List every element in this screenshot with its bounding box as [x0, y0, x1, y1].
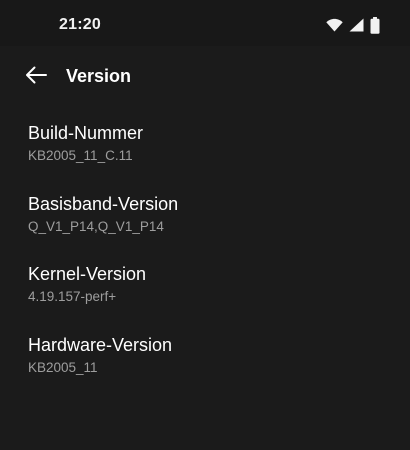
back-button[interactable] — [18, 59, 54, 95]
list-item-hardware-version[interactable]: Hardware-Version KB2005_11 — [0, 320, 410, 391]
cellular-signal-icon — [349, 18, 364, 32]
list-item-build-number[interactable]: Build-Nummer KB2005_11_C.11 — [0, 108, 410, 179]
app-bar: Version — [0, 46, 410, 108]
page-title: Version — [66, 66, 132, 86]
version-list: Build-Nummer KB2005_11_C.11 Basisband-Ve… — [0, 108, 410, 390]
status-bar: 21:20 — [0, 0, 410, 46]
list-item-kernel-version[interactable]: Kernel-Version 4.19.157-perf+ — [0, 249, 410, 320]
status-time: 21:20 — [59, 16, 101, 33]
arrow-left-icon — [25, 66, 47, 89]
status-icons — [326, 16, 380, 34]
list-item-title: Build-Nummer — [28, 123, 144, 143]
battery-icon — [370, 16, 380, 34]
list-item-value: KB2005_11 — [28, 359, 98, 375]
list-item-value: 4.19.157-perf+ — [28, 289, 117, 304]
list-item-value: Q_V1_P14,Q_V1_P14 — [28, 218, 164, 234]
list-item-value: KB2005_11_C.11 — [28, 148, 133, 163]
list-item-title: Basisband-Version — [28, 193, 179, 214]
wifi-icon — [326, 18, 343, 32]
list-item-title: Hardware-Version — [28, 334, 173, 355]
list-item-title: Kernel-Version — [28, 264, 147, 284]
list-item-baseband-version[interactable]: Basisband-Version Q_V1_P14,Q_V1_P14 — [0, 179, 410, 250]
